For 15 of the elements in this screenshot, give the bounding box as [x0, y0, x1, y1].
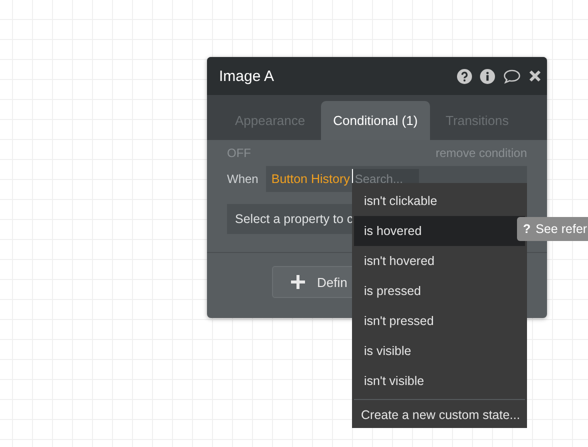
dropdown-option[interactable]: is visible [354, 336, 525, 366]
help-icon[interactable] [457, 68, 472, 84]
expression-token[interactable]: Button History [271, 172, 350, 186]
dropdown-option[interactable]: isn't pressed [354, 306, 525, 336]
comment-icon[interactable] [503, 68, 521, 84]
info-icon[interactable] [480, 68, 495, 84]
close-icon[interactable] [529, 70, 541, 82]
dropdown-option[interactable]: Create a new custom state... [354, 399, 525, 430]
dropdown-option[interactable]: isn't visible [354, 366, 525, 396]
dropdown-option[interactable]: is hovered [354, 216, 525, 246]
panel-title: Image A [219, 68, 276, 84]
plus-icon [291, 275, 305, 289]
reference-tooltip: ? See refer [517, 217, 588, 241]
tab[interactable]: Conditional (1) [321, 101, 430, 140]
when-label: When [227, 172, 258, 186]
